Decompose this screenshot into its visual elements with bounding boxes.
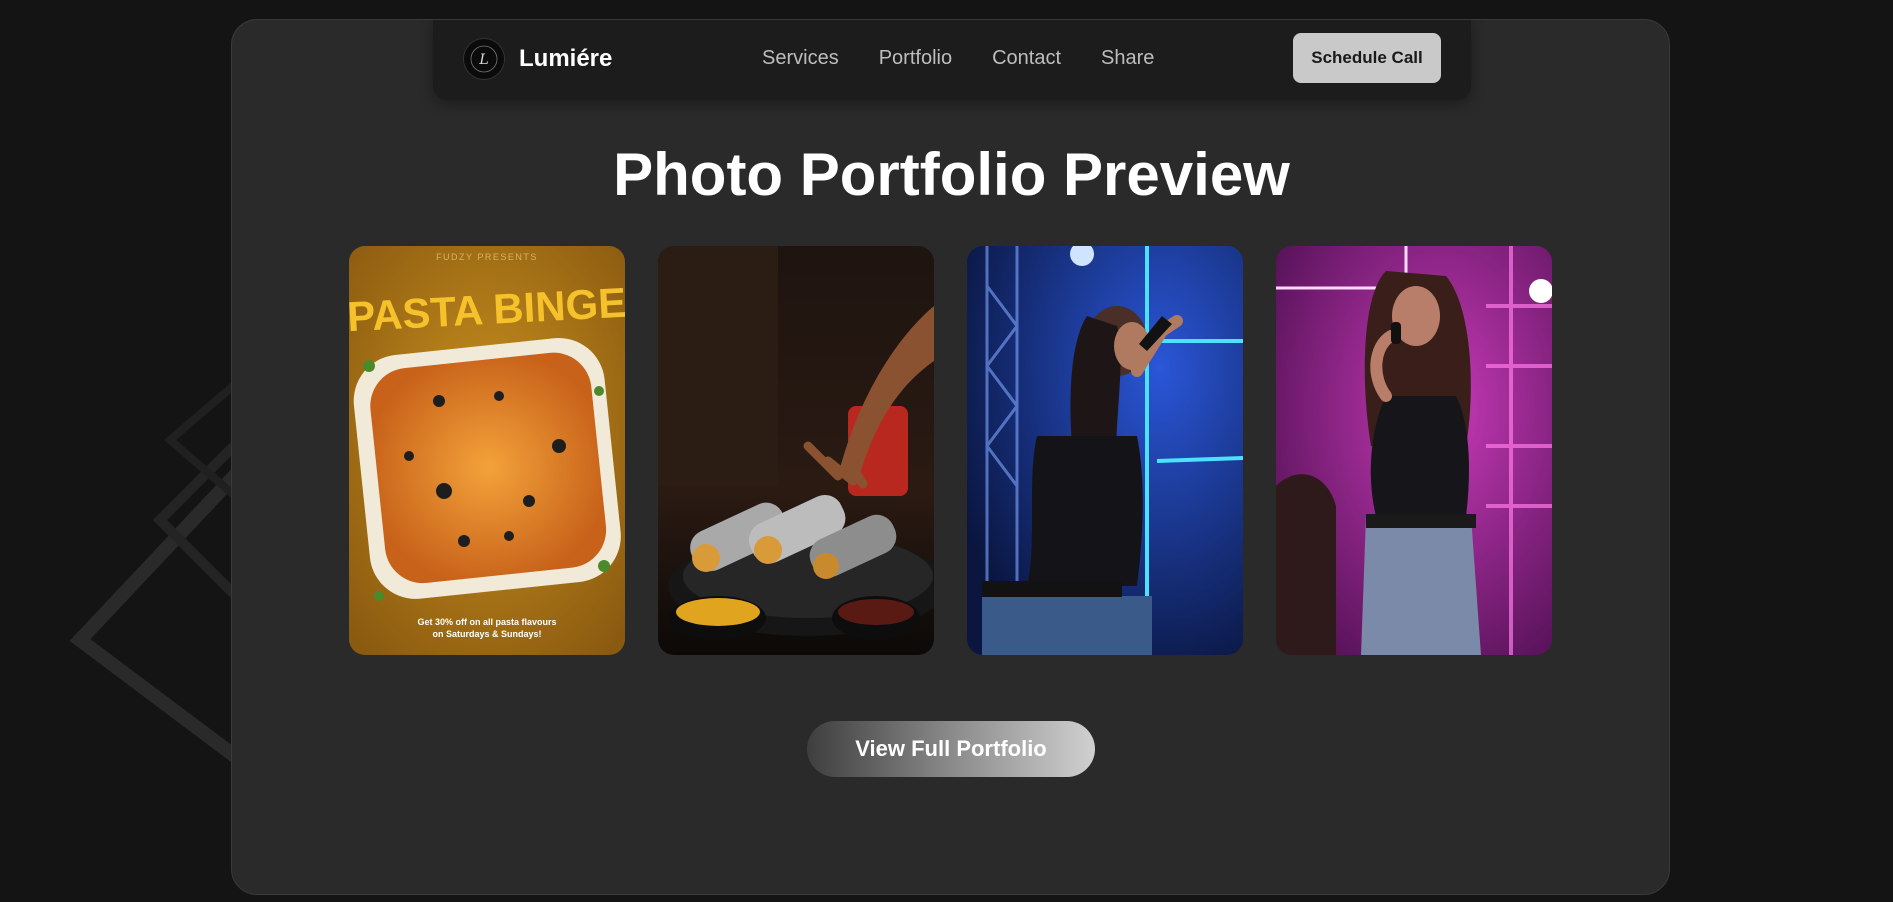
- pasta-presenter: FUDZY PRESENTS: [436, 252, 538, 262]
- nav-link-portfolio[interactable]: Portfolio: [879, 46, 952, 70]
- singer-blue-stage-photo: [967, 246, 1243, 655]
- schedule-call-button[interactable]: Schedule Call: [1293, 33, 1441, 83]
- gallery-card-singer-pink[interactable]: [1276, 246, 1552, 655]
- page-title: Photo Portfolio Preview: [613, 141, 1290, 208]
- nav-links: Services Portfolio Contact Share: [762, 46, 1154, 70]
- gallery-card-singer-blue[interactable]: [967, 246, 1243, 655]
- top-navbar: L Lumiére Services Portfolio Contact Sha…: [433, 20, 1471, 100]
- nav-link-services[interactable]: Services: [762, 46, 839, 70]
- singer-pink-stage-photo: [1276, 246, 1552, 655]
- food-rolls-photo: [658, 246, 934, 655]
- brand[interactable]: L Lumiére: [463, 38, 612, 80]
- photo-gallery: FUDZY PRESENTS PASTA BINGE Get 30% off o…: [349, 246, 1552, 655]
- view-full-portfolio-button[interactable]: View Full Portfolio: [807, 721, 1095, 777]
- nav-link-share[interactable]: Share: [1101, 46, 1154, 70]
- pasta-offer-line1: Get 30% off on all pasta flavours: [417, 617, 556, 627]
- logo-letter: L: [478, 52, 488, 68]
- logo-icon: L: [463, 38, 505, 80]
- pasta-photo: FUDZY PRESENTS PASTA BINGE Get 30% off o…: [349, 246, 625, 655]
- brand-name: Lumiére: [519, 45, 613, 72]
- main-panel: L Lumiére Services Portfolio Contact Sha…: [231, 19, 1670, 895]
- gallery-card-pasta[interactable]: FUDZY PRESENTS PASTA BINGE Get 30% off o…: [349, 246, 625, 655]
- pasta-offer-line2: on Saturdays & Sundays!: [432, 629, 541, 639]
- gallery-card-food-rolls[interactable]: [658, 246, 934, 655]
- nav-link-contact[interactable]: Contact: [992, 46, 1061, 70]
